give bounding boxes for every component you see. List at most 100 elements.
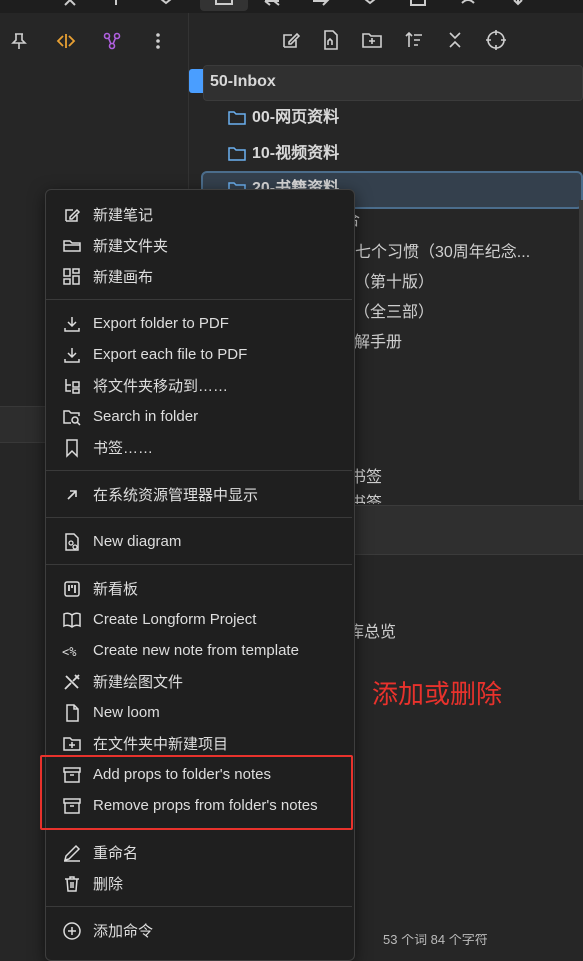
- menu-item[interactable]: 书签……: [46, 432, 352, 463]
- menu-item-label: 添加命令: [93, 923, 154, 940]
- menu-separator: [46, 299, 352, 300]
- plus-icon[interactable]: [106, 0, 126, 11]
- menu-item[interactable]: 添加命令: [46, 915, 352, 946]
- menu-item[interactable]: 将文件夹移动到……: [46, 370, 352, 401]
- menu-item-label: 重命名: [93, 845, 139, 862]
- pin-icon[interactable]: [9, 31, 29, 51]
- menu-item-label: 在系统资源管理器中显示: [93, 487, 259, 504]
- menu-item-new-diagram[interactable]: New diagram: [46, 526, 352, 557]
- folder-label: 10-视频资料: [252, 145, 340, 162]
- download-icon: [64, 316, 80, 332]
- folder-open-icon: [63, 239, 81, 252]
- swap-icon[interactable]: [262, 0, 282, 11]
- menu-item-label: 新建笔记: [93, 207, 154, 224]
- tab-icon: [215, 0, 233, 5]
- menu-item-create-new-note-from-template[interactable]: <% Create new note from template: [46, 635, 352, 666]
- menu-item-label: 将文件夹移动到……: [93, 378, 229, 395]
- menu-item-label: New loom: [93, 704, 160, 721]
- plus-circle-icon: [63, 921, 81, 940]
- menu-item[interactable]: 新建文件夹: [46, 230, 352, 261]
- annotation-highlight-box: [40, 755, 353, 830]
- word-count: 53 个词 84 个字符: [383, 934, 488, 946]
- menu-item[interactable]: 新建笔记: [46, 199, 352, 230]
- top-tab-bar: [0, 0, 583, 14]
- menu-item-search-in-folder[interactable]: Search in folder: [46, 401, 352, 432]
- annotation-label: 添加或删除: [372, 680, 503, 710]
- menu-item[interactable]: 新建绘图文件: [46, 666, 352, 697]
- root-folder-label: 50-Inbox: [210, 73, 276, 90]
- context-menu: 新建笔记新建文件夹新建画布 Export folder to PDF Export …: [45, 189, 355, 961]
- swap-alt-icon[interactable]: [310, 0, 330, 11]
- menu-item-label: 在文件夹中新建项目: [93, 736, 229, 753]
- diagram-icon: [65, 532, 79, 551]
- template-icon: <%: [62, 645, 77, 659]
- folder-tree-icon: [65, 378, 80, 394]
- menu-item-label: 书签……: [93, 440, 154, 457]
- folder-plus-icon: [63, 736, 81, 751]
- menu-item-label: Export each file to PDF: [93, 346, 248, 363]
- download-icon: [64, 347, 80, 363]
- edit-icon: [65, 208, 81, 222]
- sort-icon[interactable]: [403, 29, 425, 51]
- svg-text:<%: <%: [62, 645, 77, 659]
- code-icon[interactable]: [56, 31, 76, 51]
- menu-item-label: New diagram: [93, 533, 182, 550]
- menu-item[interactable]: 新建画布: [46, 261, 352, 292]
- square-icon[interactable]: [408, 0, 428, 11]
- menu-item-label: 新建绘图文件: [93, 674, 184, 691]
- scrollbar[interactable]: [579, 200, 583, 500]
- menu-item-label: Create Longform Project: [93, 611, 257, 628]
- new-folder-icon[interactable]: [361, 29, 383, 51]
- root-folder-row[interactable]: 50-Inbox: [203, 65, 583, 101]
- bookmark-icon: [66, 438, 78, 458]
- menu-item-new-loom[interactable]: New loom: [46, 697, 352, 728]
- folder-label: 00-网页资料: [252, 109, 340, 126]
- menu-separator: [46, 564, 352, 565]
- menu-item[interactable]: 在系统资源管理器中显示: [46, 479, 352, 510]
- menu-item-label: Search in folder: [93, 408, 199, 425]
- close-icon[interactable]: [60, 0, 80, 11]
- folder-icon: [228, 147, 246, 161]
- status-bar: 53 个词 84 个字符: [355, 934, 583, 946]
- graph-icon[interactable]: [102, 31, 122, 51]
- menu-item[interactable]: 新看板: [46, 573, 352, 604]
- arrow-up-right-icon: [67, 489, 77, 500]
- new-note-icon[interactable]: [280, 29, 302, 51]
- canvas-icon: [63, 267, 80, 285]
- menu-item-label: 新建文件夹: [93, 238, 169, 255]
- download-icon[interactable]: [508, 0, 528, 11]
- undo-icon[interactable]: [458, 0, 478, 11]
- active-tab[interactable]: [200, 0, 248, 11]
- menu-item-label: Create new note from template: [93, 642, 299, 659]
- document-text: 库总览: [348, 624, 397, 641]
- menu-item[interactable]: 删除: [46, 868, 352, 899]
- menu-separator: [46, 470, 352, 471]
- file-icon: [66, 703, 79, 722]
- book-open-icon: [63, 611, 81, 628]
- menu-item[interactable]: 重命名: [46, 837, 352, 868]
- menu-item-create-longform-project[interactable]: Create Longform Project: [46, 604, 352, 635]
- menu-item-label: 删除: [93, 876, 124, 893]
- pen-tool-icon: [64, 673, 80, 690]
- new-canvas-icon[interactable]: [320, 29, 342, 51]
- pencil-icon: [63, 844, 81, 862]
- chevron-down-icon[interactable]: [156, 0, 176, 11]
- target-icon[interactable]: [485, 29, 507, 51]
- menu-item-label: 新看板: [93, 581, 139, 598]
- folder-search-icon: [63, 409, 81, 426]
- menu-item-export-each-file-to-pdf[interactable]: Export each file to PDF: [46, 339, 352, 370]
- active-folder-marker: [189, 69, 203, 93]
- collapse-icon[interactable]: [444, 29, 466, 51]
- more-vertical-icon[interactable]: [148, 31, 168, 51]
- menu-item-export-folder-to-pdf[interactable]: Export folder to PDF: [46, 308, 352, 339]
- folder-row[interactable]: 10-视频资料: [228, 140, 339, 168]
- menu-item-label: 新建画布: [93, 269, 154, 286]
- kanban-icon: [64, 580, 80, 597]
- menu-item-label: Export folder to PDF: [93, 315, 229, 332]
- folder-icon: [228, 111, 246, 125]
- menu-separator: [46, 517, 352, 518]
- folder-row[interactable]: 00-网页资料: [228, 104, 339, 132]
- menu-separator: [46, 906, 352, 907]
- trash-icon: [65, 875, 79, 892]
- chevron-down-icon[interactable]: [360, 0, 380, 11]
